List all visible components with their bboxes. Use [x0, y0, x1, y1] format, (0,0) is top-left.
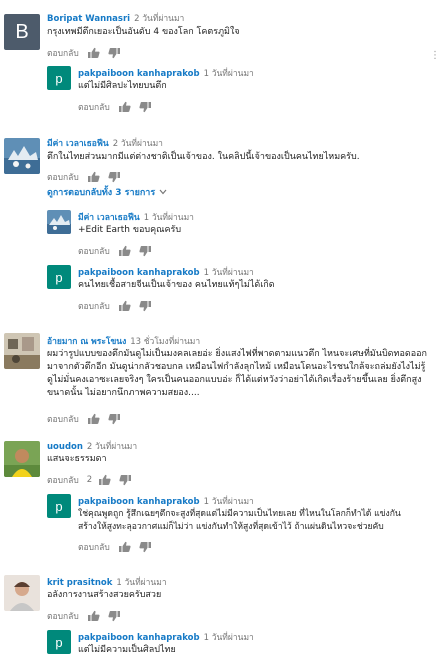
- like-count: 2: [86, 475, 93, 485]
- thumbs-up-icon[interactable]: [118, 300, 131, 312]
- reply-button[interactable]: ตอบกลับ: [78, 540, 110, 554]
- avatar[interactable]: p: [47, 494, 71, 518]
- comment-actions: ตอบกลับ: [47, 46, 129, 60]
- thumbs-up-icon[interactable]: [87, 171, 100, 183]
- more-icon[interactable]: ⋮: [430, 50, 440, 61]
- reply-button[interactable]: ตอบกลับ: [78, 299, 110, 313]
- comment-time[interactable]: 13 ชั่วโมงที่ผ่านมา: [130, 337, 200, 347]
- comment-time[interactable]: 1 วันที่ผ่านมา: [144, 213, 194, 223]
- comment-author[interactable]: Boripat Wannasri: [47, 14, 130, 24]
- comment-author[interactable]: pakpaiboon kanhaprakob: [78, 69, 200, 79]
- thumbs-up-icon[interactable]: [87, 610, 100, 622]
- comment-author[interactable]: pakpaiboon kanhaprakob: [78, 268, 200, 278]
- comment-author[interactable]: อ้ายมาก ณ พระโขนง: [47, 337, 126, 347]
- comment-time[interactable]: 1 วันที่ผ่านมา: [204, 633, 254, 643]
- comment-time[interactable]: 2 วันที่ผ่านมา: [87, 442, 137, 452]
- avatar[interactable]: [4, 138, 40, 174]
- comment-text: ใช่คุณพูดถูก รู้สึกเฉยๆตึกจะสูงที่สุดแต่…: [78, 508, 401, 534]
- comment-author[interactable]: uoudon: [47, 442, 83, 452]
- comment-time[interactable]: 2 วันที่ผ่านมา: [134, 14, 184, 24]
- comment-author[interactable]: pakpaiboon kanhaprakob: [78, 497, 200, 507]
- reply-button[interactable]: ตอบกลับ: [47, 46, 79, 60]
- thumbs-down-icon[interactable]: [139, 245, 152, 257]
- comment-text-line: มาจากตัวตึกอีก มันดูน่ากลัวชอบกล เหมือนไ…: [47, 362, 426, 372]
- reply-button[interactable]: ตอบกลับ: [47, 170, 79, 184]
- thumbs-down-icon[interactable]: [139, 300, 152, 312]
- thumbs-down-icon[interactable]: [108, 610, 121, 622]
- comment-text: ตึกในไทยส่วนมากมีแต่ต่างชาติเป็นเจ้าของ.…: [47, 152, 360, 162]
- avatar[interactable]: [4, 333, 40, 369]
- avatar[interactable]: [4, 441, 40, 477]
- thumbs-down-icon[interactable]: [139, 541, 152, 553]
- comment-actions: ตอบกลับ: [78, 100, 160, 114]
- avatar[interactable]: B: [4, 14, 40, 50]
- avatar-image: [47, 210, 71, 234]
- comment-author[interactable]: มีค่า เวลาเธอฟีน: [78, 213, 140, 223]
- avatar-image: [4, 138, 40, 174]
- thumbs-down-icon[interactable]: [108, 171, 121, 183]
- comment-text: คนไทยเชื้อสายจีนเป็นเจ้าของ คนไทยแท้ๆไม่…: [78, 280, 275, 290]
- comment-author[interactable]: krit prasitnok: [47, 578, 112, 588]
- thumbs-down-icon[interactable]: [119, 474, 132, 486]
- comment-actions: ตอบกลับ: [47, 170, 129, 184]
- comment-text: แต่ไม่มีศิลปะไทยบนตึก: [78, 81, 167, 91]
- comment-text-line: ใช่คุณพูดถูก รู้สึกเฉยๆตึกจะสูงที่สุดแต่…: [78, 509, 401, 519]
- thumbs-up-icon[interactable]: [118, 101, 131, 113]
- comment-actions: ตอบกลับ: [78, 299, 160, 313]
- avatar-image: [4, 441, 40, 477]
- view-replies-button[interactable]: ดูการตอบกลับทั้ง 3 รายการ: [47, 185, 167, 199]
- comment-actions: ตอบกลับ 2: [47, 473, 140, 487]
- comment-actions: ตอบกลับ: [78, 540, 160, 554]
- comment-text-line: ผมว่ารูปแบบของตึกมันดูไม่เป็นมงคลเลยอ่ะ …: [47, 349, 427, 359]
- comment-text: กรุงเทพมีตึกเยอะเป็นอันดับ 4 ของโลก โคตร…: [47, 27, 240, 37]
- comment-actions: ตอบกลับ: [47, 609, 129, 623]
- comment-actions: ตอบกลับ: [78, 244, 160, 258]
- thumbs-down-icon[interactable]: [108, 47, 121, 59]
- comment-time[interactable]: 2 วันที่ผ่านมา: [113, 139, 163, 149]
- view-replies-label: ดูการตอบกลับทั้ง 3 รายการ: [47, 188, 156, 198]
- avatar[interactable]: p: [47, 265, 71, 289]
- comment-text: +Edit Earth ขอบคุณครับ: [78, 225, 182, 235]
- reply-button[interactable]: ตอบกลับ: [47, 412, 79, 426]
- comment-time[interactable]: 1 วันที่ผ่านมา: [204, 497, 254, 507]
- comment-time[interactable]: 1 วันที่ผ่านมา: [204, 69, 254, 79]
- thumbs-up-icon[interactable]: [118, 245, 131, 257]
- comment-text: แต่ไม่มีความเป็นศิลปไทย: [78, 645, 176, 655]
- reply-button[interactable]: ตอบกลับ: [78, 100, 110, 114]
- thumbs-down-icon[interactable]: [108, 413, 121, 425]
- avatar-image: [4, 575, 40, 611]
- thumbs-up-icon[interactable]: [87, 47, 100, 59]
- thumbs-down-icon[interactable]: [139, 101, 152, 113]
- thumbs-up-icon[interactable]: [118, 541, 131, 553]
- comment-actions: ตอบกลับ: [47, 412, 129, 426]
- thumbs-up-icon[interactable]: [87, 413, 100, 425]
- thumbs-up-icon[interactable]: [98, 474, 111, 486]
- comment-text-line: ขนาดนั้น ไม่อยากนึกภาพความสยอง....: [47, 388, 200, 398]
- avatar[interactable]: p: [47, 66, 71, 90]
- reply-button[interactable]: ตอบกลับ: [47, 473, 79, 487]
- reply-button[interactable]: ตอบกลับ: [47, 609, 79, 623]
- comment-text-line: สร้างให้สูงทะลุอวกาศแม่ก็ไม่ว่า แข่งกันท…: [78, 522, 384, 532]
- avatar[interactable]: [47, 210, 71, 234]
- avatar[interactable]: [4, 575, 40, 611]
- comment-time[interactable]: 1 วันที่ผ่านมา: [116, 578, 166, 588]
- avatar[interactable]: p: [47, 630, 71, 654]
- comment-text: แสนจะธรรมดา: [47, 454, 107, 464]
- comment-time[interactable]: 1 วันที่ผ่านมา: [204, 268, 254, 278]
- comment-text: อลังการงานสร้างสวยครับสวย: [47, 590, 162, 600]
- avatar-image: [4, 333, 40, 369]
- comment-author[interactable]: pakpaiboon kanhaprakob: [78, 633, 200, 643]
- comment-text: ผมว่ารูปแบบของตึกมันดูไม่เป็นมงคลเลยอ่ะ …: [47, 348, 427, 400]
- comment-text-line: ดูไม่มั่นคงเอาซะเลยจริงๆ ใครเป็นคนออกแบบ…: [47, 375, 422, 385]
- chevron-down-icon: [159, 189, 167, 195]
- reply-button[interactable]: ตอบกลับ: [78, 244, 110, 258]
- comment-author[interactable]: มีค่า เวลาเธอฟีน: [47, 139, 109, 149]
